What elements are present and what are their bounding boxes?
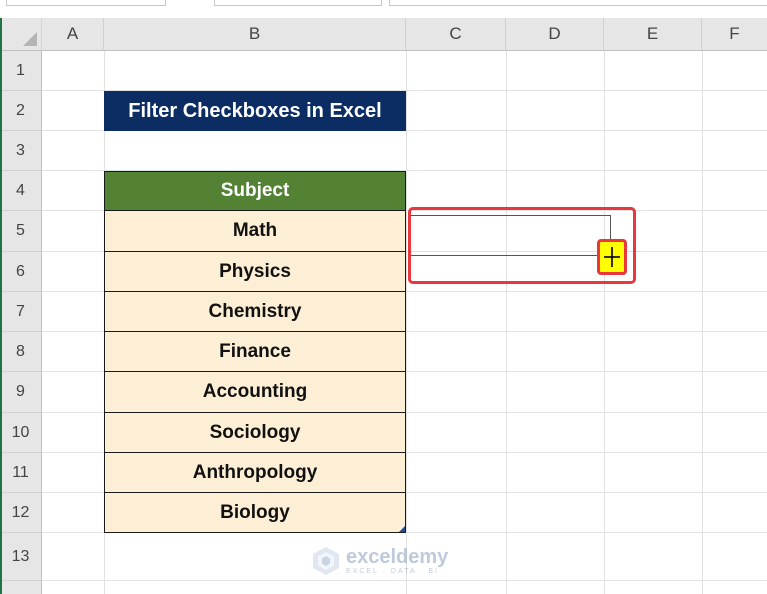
row-header-12[interactable]: 12 <box>0 493 42 533</box>
column-header-a[interactable]: A <box>42 18 104 51</box>
row-header-7[interactable]: 7 <box>0 292 42 332</box>
watermark-name: exceldemy <box>346 545 449 568</box>
row-header-11[interactable]: 11 <box>0 453 42 493</box>
row-header-14[interactable] <box>0 581 42 594</box>
gridline <box>604 51 605 594</box>
table-resize-handle-icon[interactable] <box>399 526 405 532</box>
gridline <box>42 580 767 581</box>
sheet-title[interactable]: Filter Checkboxes in Excel <box>104 91 406 131</box>
table-cell[interactable]: Biology <box>104 493 406 533</box>
table-cell[interactable]: Math <box>104 211 406 252</box>
crosshair-cursor-icon <box>604 247 620 267</box>
row-header-10[interactable]: 10 <box>0 413 42 453</box>
row-header-1[interactable]: 1 <box>0 51 42 91</box>
gridline <box>506 51 507 594</box>
table-cell[interactable]: Finance <box>104 332 406 372</box>
gridline <box>702 51 703 594</box>
column-header-e[interactable]: E <box>604 18 702 51</box>
watermark-tagline: EXCEL · DATA · BI <box>346 567 439 575</box>
row-header-8[interactable]: 8 <box>0 332 42 372</box>
gridline <box>406 51 407 594</box>
name-box[interactable] <box>6 0 166 6</box>
row-header-6[interactable]: 6 <box>0 252 42 292</box>
select-all-triangle-icon <box>23 32 37 46</box>
table-cell[interactable]: Anthropology <box>104 453 406 493</box>
column-header-b[interactable]: B <box>104 18 406 51</box>
row-header-13[interactable]: 13 <box>0 533 42 581</box>
formula-toolbar[interactable] <box>214 0 382 6</box>
row-header-2[interactable]: 2 <box>0 91 42 131</box>
table-cell[interactable]: Physics <box>104 252 406 292</box>
formula-bar-area <box>0 0 767 16</box>
select-all-button[interactable] <box>0 18 42 51</box>
watermark: exceldemy EXCEL · DATA · BI <box>312 546 448 576</box>
active-column-indicator <box>0 18 2 594</box>
table-cell[interactable]: Sociology <box>104 413 406 453</box>
table-cell[interactable]: Chemistry <box>104 292 406 332</box>
formula-input[interactable] <box>389 0 767 6</box>
row-header-4[interactable]: 4 <box>0 171 42 211</box>
column-header-c[interactable]: C <box>406 18 506 51</box>
row-header-3[interactable]: 3 <box>0 131 42 171</box>
table-cell[interactable]: Accounting <box>104 372 406 413</box>
row-header-9[interactable]: 9 <box>0 372 42 413</box>
column-header-f[interactable]: F <box>702 18 767 51</box>
table-header-subject[interactable]: Subject <box>104 171 406 211</box>
column-header-d[interactable]: D <box>506 18 604 51</box>
row-header-5[interactable]: 5 <box>0 211 42 252</box>
exceldemy-logo-icon <box>313 547 339 575</box>
crosshair-cursor[interactable] <box>597 239 627 275</box>
